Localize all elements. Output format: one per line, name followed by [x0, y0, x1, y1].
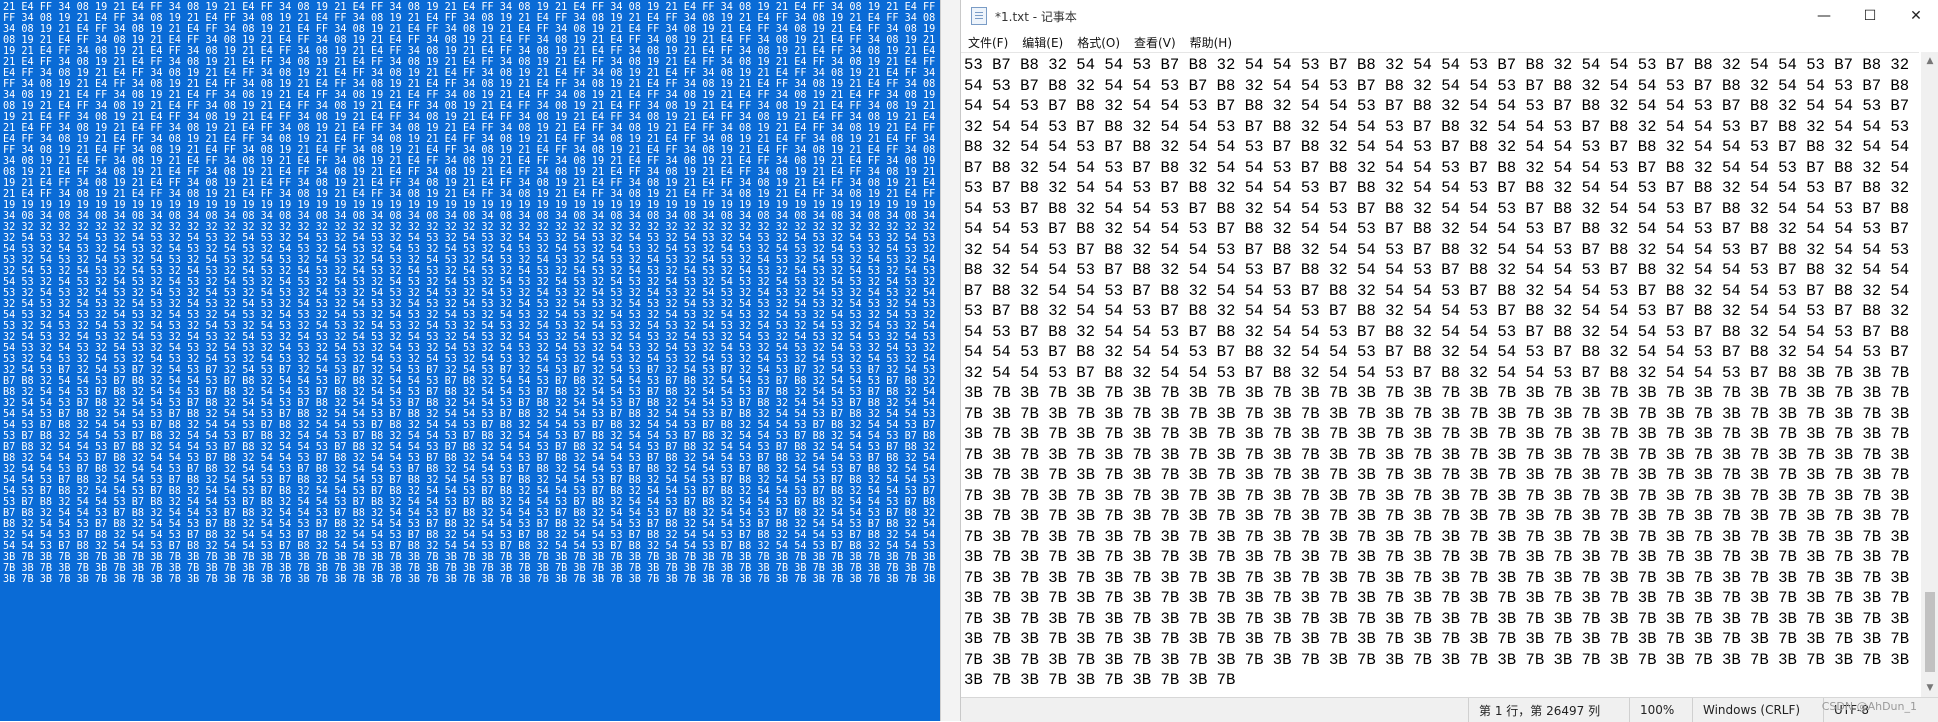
notepad-icon [971, 7, 987, 25]
scroll-down-arrow-icon[interactable]: ▼ [1921, 679, 1938, 697]
text-editor[interactable]: 53 B7 B8 32 54 54 53 B7 B8 32 54 54 53 B… [961, 52, 1919, 698]
menu-bar: 文件(F) 编辑(E) 格式(O) 查看(V) 帮助(H) [961, 32, 1938, 52]
menu-edit[interactable]: 编辑(E) [1015, 34, 1070, 51]
hex-output-pane: 21 E4 FF 34 08 19 21 E4 FF 34 08 19 21 E… [0, 0, 940, 721]
zoom-level: 100% [1629, 698, 1692, 722]
cursor-position: 第 1 行，第 26497 列 [1468, 698, 1629, 722]
menu-help[interactable]: 帮助(H) [1183, 34, 1239, 51]
window-title: *1.txt - 记事本 [995, 9, 1077, 24]
menu-format[interactable]: 格式(O) [1070, 34, 1127, 51]
close-button[interactable]: ✕ [1893, 0, 1938, 32]
editor-content[interactable]: 53 B7 B8 32 54 54 53 B7 B8 32 54 54 53 B… [961, 53, 1919, 691]
vertical-scrollbar[interactable]: ▲ ▼ [1921, 52, 1938, 697]
minimize-button[interactable]: — [1801, 0, 1847, 32]
scroll-up-arrow-icon[interactable]: ▲ [1921, 52, 1938, 70]
maximize-button[interactable]: ☐ [1847, 0, 1893, 32]
window-divider [940, 0, 961, 721]
status-bar: 第 1 行，第 26497 列 100% Windows (CRLF) UTF-… [961, 697, 1938, 722]
menu-file[interactable]: 文件(F) [961, 34, 1015, 51]
menu-view[interactable]: 查看(V) [1127, 34, 1183, 51]
window-controls: — ☐ ✕ [1801, 0, 1938, 32]
watermark: CSDN @AhDun_1 [1821, 700, 1917, 713]
notepad-window: *1.txt - 记事本 — ☐ ✕ 文件(F) 编辑(E) 格式(O) 查看(… [960, 0, 1938, 722]
hex-output-text: 21 E4 FF 34 08 19 21 E4 FF 34 08 19 21 E… [3, 2, 936, 585]
line-ending: Windows (CRLF) [1692, 698, 1823, 722]
title-bar[interactable]: *1.txt - 记事本 — ☐ ✕ [961, 0, 1938, 32]
scrollbar-thumb[interactable] [1925, 592, 1935, 672]
